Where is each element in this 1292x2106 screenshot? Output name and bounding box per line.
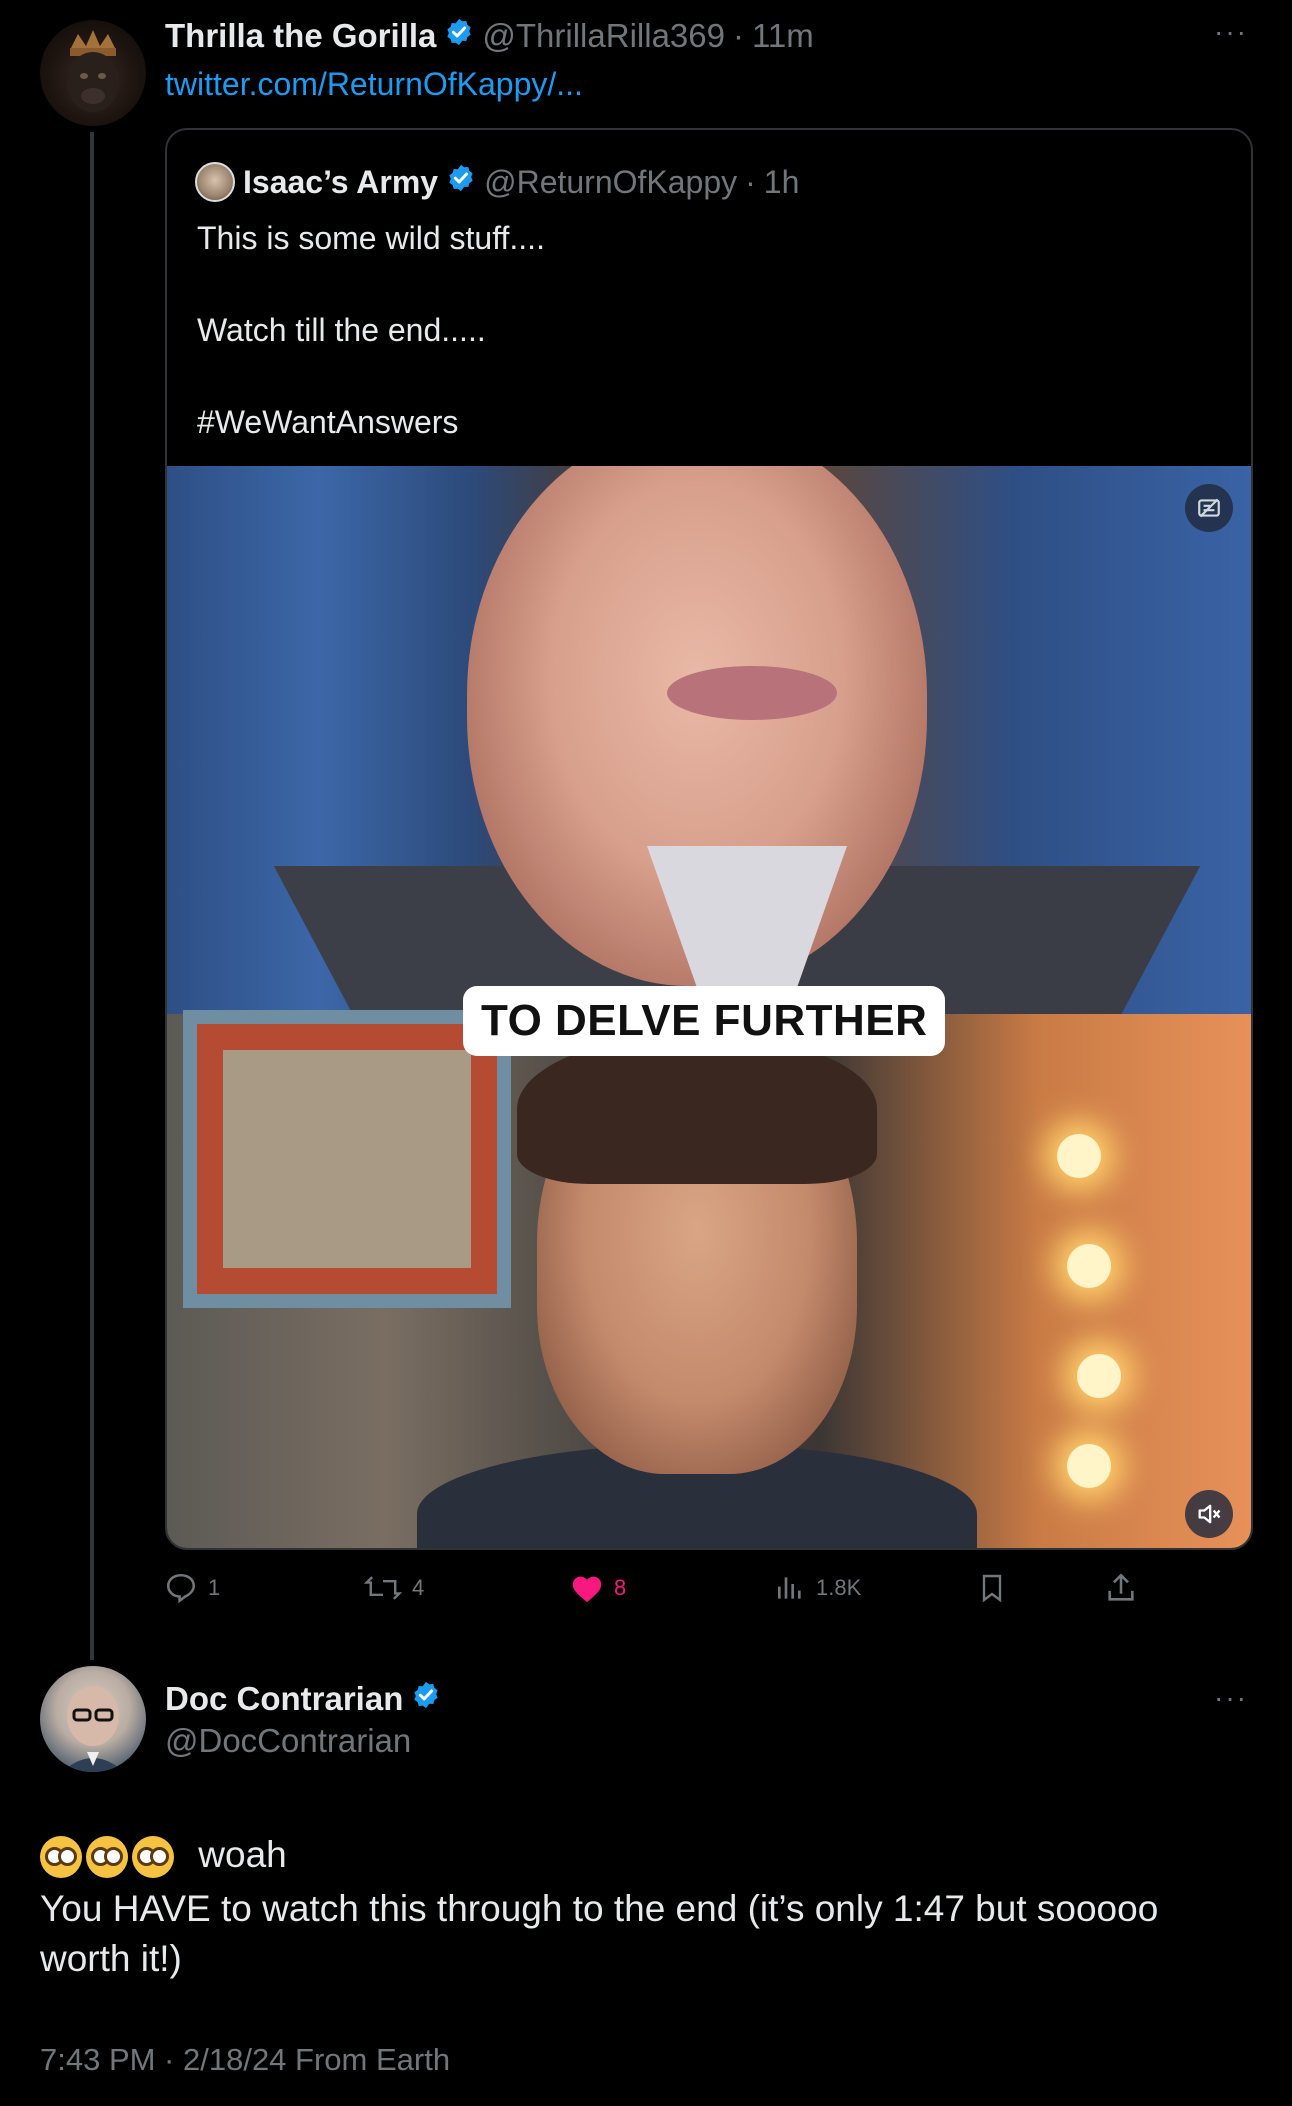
quote-text-line: This is some wild stuff.... (197, 220, 545, 256)
tweet1-time[interactable]: 11m (752, 17, 814, 55)
tweet1-separator: · (732, 17, 744, 54)
like-button[interactable]: 8 (570, 1568, 626, 1608)
avatar-doc-contrarian[interactable] (40, 1666, 146, 1772)
tweet2-more-button[interactable]: ··· (1214, 1682, 1248, 1714)
avatar-isaacs-army (195, 162, 235, 202)
tweet1-more-button[interactable]: ··· (1214, 16, 1248, 48)
tweet2-text-line3: worth it!) (40, 1938, 182, 1979)
avatar-thrilla[interactable] (40, 20, 146, 126)
reply-button[interactable]: 1 (164, 1568, 220, 1608)
reply-count: 1 (208, 1575, 221, 1600)
views-count: 1.8K (816, 1575, 862, 1600)
quote-author-handle: @ReturnOfKappy (484, 163, 738, 200)
quoted-tweet-card[interactable]: Isaac’s Army @ReturnOfKappy · 1h This is… (165, 128, 1253, 1550)
tweet2-text-woah: woah (198, 1834, 287, 1875)
tweet2-author-handle[interactable]: @DocContrarian (165, 1722, 411, 1760)
quote-hashtag[interactable]: #WeWantAnswers (197, 404, 458, 441)
tweet1-header: Thrilla the Gorilla @ThrillaRilla369 · 1… (165, 14, 814, 58)
video-player[interactable]: TO DELVE FURTHER (167, 466, 1251, 1548)
retweet-icon (364, 1576, 402, 1600)
media-settings-icon[interactable] (1185, 484, 1233, 532)
verified-badge-icon (446, 163, 476, 201)
tweet1-author-handle[interactable]: @ThrillaRilla369 (482, 17, 725, 55)
tweet2-timestamp[interactable]: 7:43 PM · 2/18/24 From Earth (40, 2042, 450, 2078)
bookmark-icon (982, 1574, 1002, 1603)
quote-header: Isaac’s Army @ReturnOfKappy · 1h (195, 160, 799, 204)
video-caption: TO DELVE FURTHER (463, 986, 946, 1056)
quote-text-line: Watch till the end..... (197, 312, 486, 348)
video-frame-bottom (167, 1010, 1251, 1548)
quote-time: 1h (763, 163, 800, 200)
share-icon (1108, 1573, 1134, 1601)
tweet2-text-line2: You HAVE to watch this through to the en… (40, 1888, 1159, 1929)
reply-icon (166, 1573, 196, 1604)
flushed-face-emoji-icon (132, 1836, 174, 1879)
like-icon (572, 1576, 602, 1603)
tweet2-author-name[interactable]: Doc Contrarian (165, 1680, 403, 1718)
views-button[interactable]: 1.8K (774, 1568, 861, 1608)
bookmark-button[interactable] (976, 1568, 1008, 1608)
flushed-face-emoji-icon (40, 1836, 82, 1879)
tweet2-text-line1: woah (40, 1834, 287, 1879)
retweet-button[interactable]: 4 (364, 1568, 424, 1608)
tweet2-header: Doc Contrarian (165, 1677, 441, 1721)
video-frame-top (167, 466, 1251, 1066)
quote-author-name: Isaac’s Army (243, 163, 439, 200)
views-icon (778, 1577, 801, 1599)
retweet-count: 4 (412, 1575, 425, 1600)
flushed-face-emoji-icon (86, 1836, 128, 1879)
thread-line (90, 132, 94, 1660)
verified-badge-icon (411, 1680, 441, 1718)
mute-icon[interactable] (1185, 1490, 1233, 1538)
share-button[interactable] (1104, 1568, 1138, 1608)
like-count: 8 (614, 1575, 627, 1600)
quote-separator: · (745, 163, 756, 200)
tweet1-author-name[interactable]: Thrilla the Gorilla (165, 17, 436, 55)
verified-badge-icon (444, 17, 474, 55)
tweet1-link[interactable]: twitter.com/ReturnOfKappy/... (165, 66, 583, 103)
